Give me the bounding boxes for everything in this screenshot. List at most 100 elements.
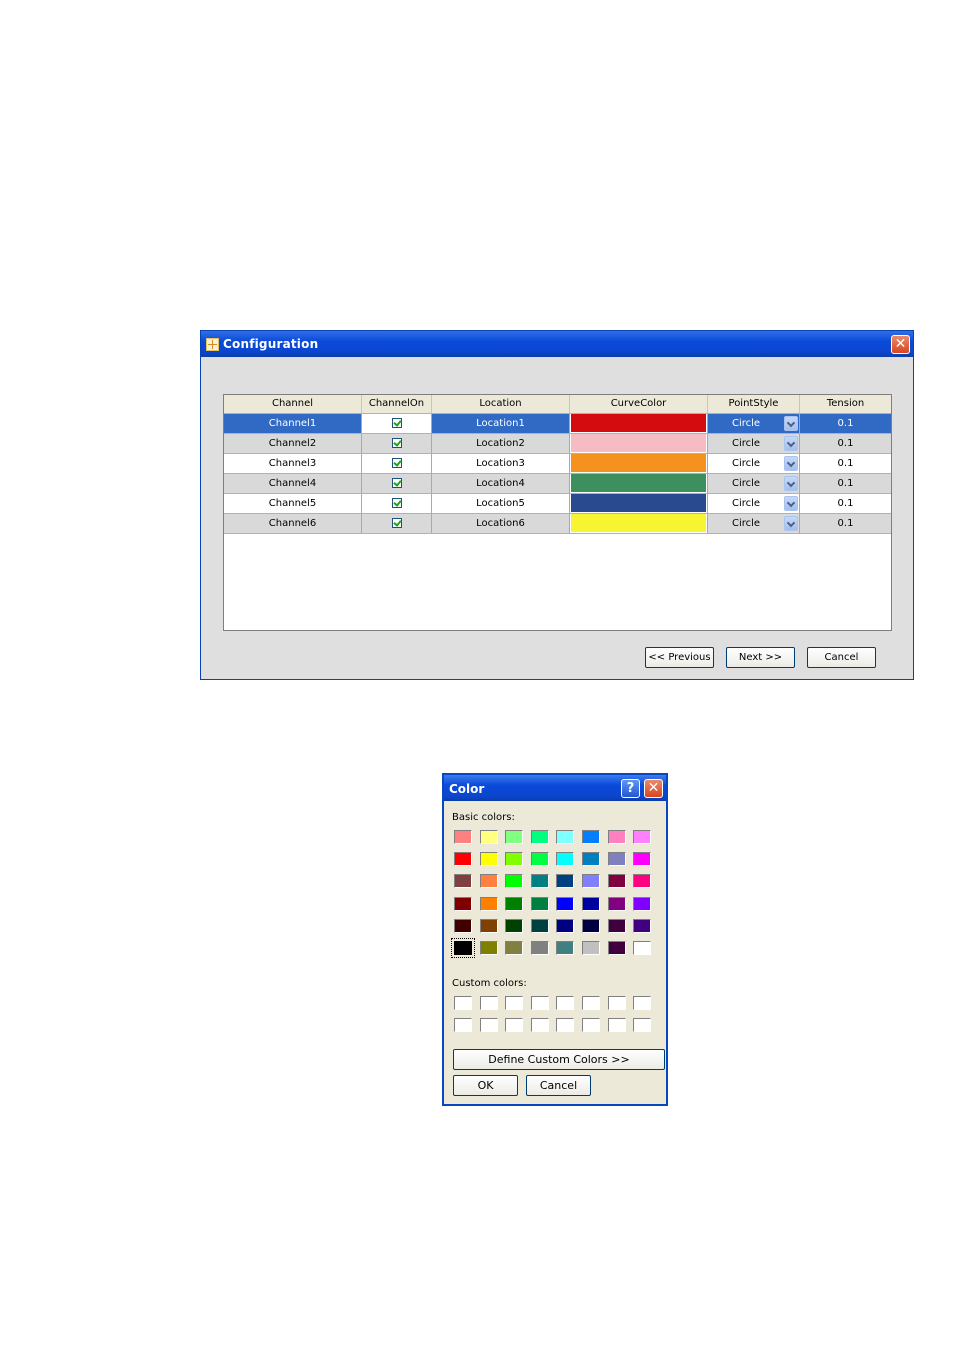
basic-color-swatch[interactable] (556, 874, 575, 889)
basic-color-swatch[interactable] (607, 830, 626, 844)
channelon-checkbox[interactable] (391, 478, 402, 488)
channel-cell[interactable]: Channel3 (224, 454, 362, 473)
basic-color-swatch[interactable] (479, 830, 498, 844)
basic-color-swatch[interactable] (530, 852, 549, 867)
basic-color-swatch[interactable] (479, 852, 498, 867)
channelon-cell[interactable] (362, 434, 432, 453)
basic-color-swatch[interactable] (582, 830, 600, 844)
basic-color-swatch[interactable] (582, 941, 600, 955)
channelon-checkbox[interactable] (391, 518, 402, 528)
custom-color-swatch[interactable] (582, 996, 600, 1010)
basic-color-swatch[interactable] (607, 852, 626, 867)
chevron-down-icon[interactable] (784, 516, 798, 531)
title-bar[interactable]: Configuration ✕ (201, 331, 913, 357)
location-cell[interactable]: Location5 (432, 494, 570, 513)
basic-color-swatch[interactable] (505, 830, 524, 844)
location-cell[interactable]: Location2 (432, 434, 570, 453)
basic-color-swatch[interactable] (582, 896, 600, 911)
table-row[interactable]: Channel6 Location6 Circle 0.1 (224, 514, 891, 534)
channel-cell[interactable]: Channel6 (224, 514, 362, 533)
pointstyle-cell[interactable]: Circle (708, 414, 800, 433)
tension-cell[interactable]: 0.1 (800, 434, 891, 453)
basic-color-swatch[interactable] (505, 874, 524, 889)
location-cell[interactable]: Location1 (432, 414, 570, 433)
basic-color-swatch[interactable] (454, 852, 472, 867)
custom-color-swatch[interactable] (454, 996, 472, 1010)
curvecolor-cell[interactable] (570, 474, 708, 493)
basic-color-swatch[interactable] (530, 830, 549, 844)
curvecolor-cell[interactable] (570, 514, 708, 533)
custom-color-swatch[interactable] (633, 996, 652, 1010)
channelon-checkbox[interactable] (391, 438, 402, 448)
curve-color-swatch[interactable] (571, 514, 706, 532)
pointstyle-cell[interactable]: Circle (708, 434, 800, 453)
curvecolor-cell[interactable] (570, 414, 708, 433)
tension-cell[interactable]: 0.1 (800, 454, 891, 473)
table-row[interactable]: Channel3 Location3 Circle 0.1 (224, 454, 891, 474)
basic-color-swatch[interactable] (633, 896, 652, 911)
previous-button[interactable]: << Previous (645, 647, 714, 668)
basic-color-swatch[interactable] (505, 852, 524, 867)
basic-color-swatch[interactable] (479, 918, 498, 933)
basic-color-swatch[interactable] (633, 918, 652, 933)
table-row[interactable]: Channel4 Location4 Circle 0.1 (224, 474, 891, 494)
close-icon[interactable]: ✕ (891, 335, 910, 354)
tension-cell[interactable]: 0.1 (800, 474, 891, 493)
basic-color-swatch[interactable] (451, 938, 475, 958)
basic-color-swatch[interactable] (556, 852, 575, 867)
basic-color-swatch[interactable] (479, 941, 498, 955)
basic-color-swatch[interactable] (607, 896, 626, 911)
tension-cell[interactable]: 0.1 (800, 414, 891, 433)
curvecolor-cell[interactable] (570, 454, 708, 473)
location-cell[interactable]: Location3 (432, 454, 570, 473)
custom-color-swatch[interactable] (505, 996, 524, 1010)
ok-button[interactable]: OK (453, 1075, 518, 1096)
custom-color-swatch[interactable] (479, 1018, 498, 1032)
custom-color-swatch[interactable] (530, 996, 549, 1010)
basic-color-swatch[interactable] (530, 941, 549, 955)
cancel-button[interactable]: Cancel (526, 1075, 591, 1096)
channel-cell[interactable]: Channel2 (224, 434, 362, 453)
basic-color-swatch[interactable] (530, 874, 549, 889)
channelon-cell[interactable] (362, 454, 432, 473)
location-cell[interactable]: Location6 (432, 514, 570, 533)
curve-color-swatch[interactable] (571, 454, 706, 472)
custom-color-swatch[interactable] (505, 1018, 524, 1032)
tension-cell[interactable]: 0.1 (800, 514, 891, 533)
channelon-cell[interactable] (362, 514, 432, 533)
column-header-channelon[interactable]: ChannelOn (362, 395, 432, 413)
curvecolor-cell[interactable] (570, 494, 708, 513)
curve-color-swatch[interactable] (571, 494, 706, 512)
table-row[interactable]: Channel2 Location2 Circle 0.1 (224, 434, 891, 454)
basic-color-swatch[interactable] (505, 896, 524, 911)
chevron-down-icon[interactable] (784, 416, 798, 431)
custom-color-swatch[interactable] (479, 996, 498, 1010)
basic-color-swatch[interactable] (556, 896, 575, 911)
curve-color-swatch[interactable] (571, 434, 706, 452)
custom-color-swatch[interactable] (556, 1018, 575, 1032)
custom-color-swatch[interactable] (530, 1018, 549, 1032)
channelon-cell[interactable] (362, 494, 432, 513)
basic-color-swatch[interactable] (530, 918, 549, 933)
chevron-down-icon[interactable] (784, 436, 798, 451)
basic-color-swatch[interactable] (479, 896, 498, 911)
basic-color-swatch[interactable] (633, 852, 652, 867)
custom-color-swatch[interactable] (454, 1018, 472, 1032)
chevron-down-icon[interactable] (784, 456, 798, 471)
basic-color-swatch[interactable] (530, 896, 549, 911)
pointstyle-cell[interactable]: Circle (708, 494, 800, 513)
curvecolor-cell[interactable] (570, 434, 708, 453)
close-icon[interactable]: ✕ (644, 779, 663, 798)
basic-color-swatch[interactable] (479, 874, 498, 889)
column-header-location[interactable]: Location (432, 395, 570, 413)
basic-color-swatch[interactable] (454, 918, 472, 933)
tension-cell[interactable]: 0.1 (800, 494, 891, 513)
channelon-cell[interactable] (362, 474, 432, 493)
curve-color-swatch[interactable] (571, 414, 706, 432)
custom-color-swatch[interactable] (607, 996, 626, 1010)
channel-cell[interactable]: Channel5 (224, 494, 362, 513)
help-icon[interactable]: ? (621, 779, 640, 798)
basic-color-swatch[interactable] (582, 874, 600, 889)
column-header-channel[interactable]: Channel (224, 395, 362, 413)
channel-cell[interactable]: Channel4 (224, 474, 362, 493)
